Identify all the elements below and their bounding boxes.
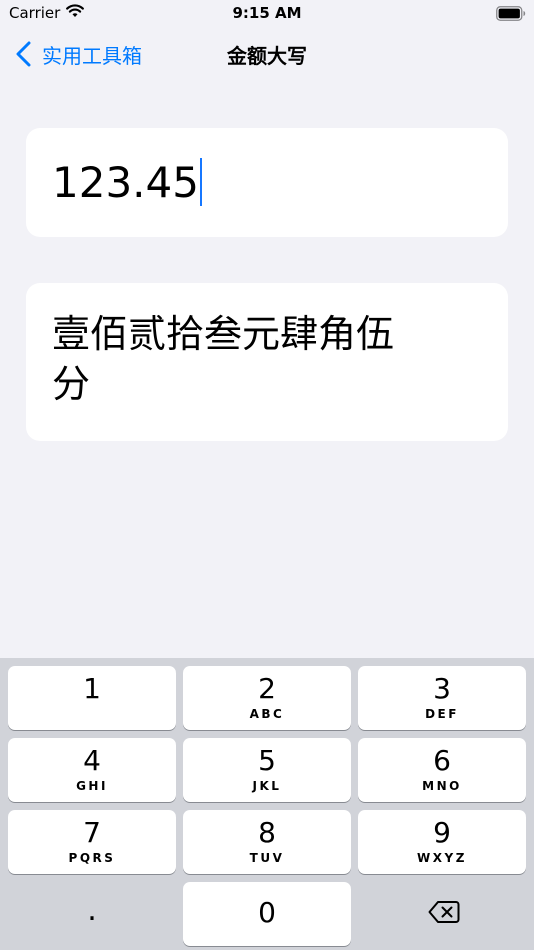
key-letters: ABC [249, 707, 285, 721]
key-letters: WXYZ [417, 851, 467, 865]
key-digit: 8 [258, 816, 276, 849]
status-time: 9:15 AM [232, 4, 302, 22]
key-digit: 5 [258, 744, 276, 777]
key-digit: 3 [433, 672, 451, 705]
key-6[interactable]: 6 MNO [358, 738, 526, 802]
key-letters: GHI [76, 779, 108, 793]
key-digit: 9 [433, 816, 451, 849]
numeric-keyboard: 1 2 ABC 3 DEF 4 GHI 5 JKL 6 MNO 7 PQRS 8… [0, 658, 534, 950]
delete-key[interactable] [358, 882, 526, 946]
navigation-bar: 实用工具箱 金额大写 [0, 28, 534, 80]
key-9[interactable]: 9 WXYZ [358, 810, 526, 874]
page-title: 金额大写 [227, 44, 307, 68]
amount-input-card[interactable]: 123.45 [26, 128, 508, 237]
key-digit: 0 [258, 896, 276, 929]
status-bar: Carrier 9:15 AM [0, 0, 534, 28]
uppercase-amount-text: 壹佰贰拾叁元肆角伍分 [52, 312, 395, 406]
key-digit: 7 [83, 816, 101, 849]
key-1[interactable]: 1 [8, 666, 176, 730]
delete-backspace-icon [428, 900, 460, 924]
key-5[interactable]: 5 JKL [183, 738, 351, 802]
key-decimal-point[interactable]: . [8, 882, 176, 946]
key-0[interactable]: 0 [183, 882, 351, 946]
amount-input-value: 123.45 [52, 158, 199, 207]
key-letters: DEF [425, 707, 459, 721]
result-card: 壹佰贰拾叁元肆角伍分 [26, 283, 508, 441]
key-8[interactable]: 8 TUV [183, 810, 351, 874]
key-digit: 6 [433, 744, 451, 777]
key-7[interactable]: 7 PQRS [8, 810, 176, 874]
key-digit: 2 [258, 672, 276, 705]
key-digit: 1 [83, 672, 101, 705]
key-4[interactable]: 4 GHI [8, 738, 176, 802]
key-3[interactable]: 3 DEF [358, 666, 526, 730]
key-digit: . [87, 893, 97, 928]
key-letters: MNO [422, 779, 462, 793]
text-caret [199, 158, 203, 206]
battery-icon [496, 6, 526, 21]
key-2[interactable]: 2 ABC [183, 666, 351, 730]
key-letters: TUV [249, 851, 285, 865]
key-letters: PQRS [68, 851, 116, 865]
key-letters: JKL [252, 779, 282, 793]
amount-input[interactable]: 123.45 [52, 158, 203, 208]
key-digit: 4 [83, 744, 101, 777]
